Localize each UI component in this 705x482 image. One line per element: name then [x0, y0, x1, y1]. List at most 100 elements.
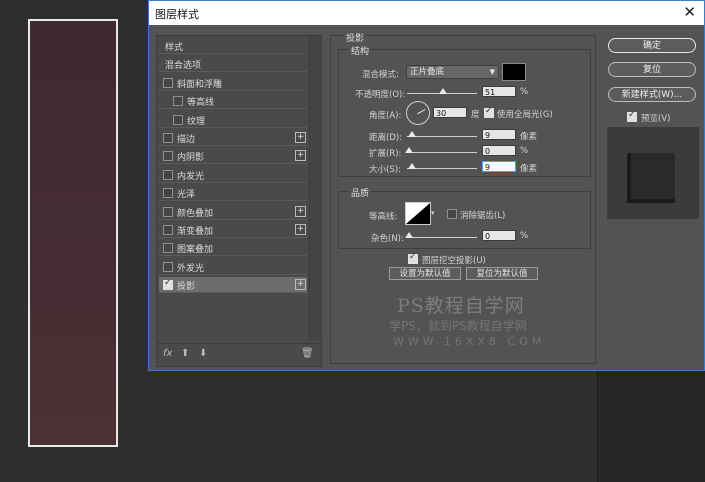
styles-list-scrollbar[interactable] [309, 36, 321, 340]
style-item[interactable]: 内发光 [159, 167, 307, 183]
style-item[interactable]: 斜面和浮雕 [159, 75, 307, 91]
style-item[interactable]: 投影 + [159, 277, 307, 294]
size-label: 大小(S): [369, 165, 401, 175]
distance-slider-thumb[interactable] [408, 131, 416, 137]
preview-label: 预览(V) [641, 114, 671, 124]
style-item[interactable]: 图案叠加 [159, 240, 307, 257]
fx-icon[interactable]: fx [163, 348, 172, 359]
watermark-slogan: 学PS，就到PS教程自学网 [389, 319, 527, 333]
style-item-checkbox[interactable] [163, 77, 173, 88]
spread-unit: % [520, 146, 529, 156]
reset-button[interactable]: 复位 [608, 62, 696, 77]
structure-title: 结构 [349, 44, 372, 57]
noise-slider-track[interactable] [407, 237, 477, 238]
style-item-checkbox[interactable] [163, 243, 173, 254]
style-item-label: 外发光 [177, 263, 205, 274]
style-item-label: 混合选项 [165, 61, 202, 72]
style-item-label: 颜色叠加 [177, 208, 214, 219]
style-item-label: 样式 [165, 43, 184, 53]
styles-list-footer: fx ⬆ ⬇ 🗑 [157, 343, 321, 366]
style-item[interactable]: 描边 + [159, 130, 307, 146]
watermark-title: PS教程自学网 [397, 295, 525, 317]
spread-slider-track[interactable] [407, 152, 477, 153]
spread-label: 扩展(R): [369, 149, 402, 159]
style-item-label: 斜面和浮雕 [177, 79, 223, 90]
style-item[interactable]: 混合选项 [159, 56, 307, 73]
distance-unit: 像素 [520, 132, 538, 142]
new-style-button[interactable]: 新建样式(W)... [608, 87, 696, 102]
style-item[interactable]: 渐变叠加 + [159, 222, 307, 238]
preview-swatch [627, 153, 675, 203]
spread-input[interactable]: 0 [482, 145, 516, 156]
contour-dropdown-icon[interactable]: ▾ [431, 209, 435, 217]
add-style-plus-icon[interactable]: + [295, 150, 306, 162]
style-item[interactable]: 内阴影 + [159, 148, 307, 165]
angle-dial[interactable] [406, 101, 430, 125]
add-style-plus-icon[interactable]: + [295, 224, 306, 235]
style-item-label: 等高线 [187, 98, 215, 109]
global-light-label: 使用全局光(G) [497, 110, 553, 120]
move-up-icon[interactable]: ⬆ [181, 348, 189, 359]
noise-input[interactable]: 0 [482, 230, 516, 241]
noise-label: 杂色(N): [371, 234, 404, 244]
contour-label: 等高线: [369, 212, 398, 222]
blend-mode-label: 混合模式: [362, 70, 399, 80]
contour-picker[interactable] [405, 202, 431, 225]
style-item[interactable]: 外发光 [159, 259, 307, 275]
workspace-panel [597, 370, 705, 482]
trash-icon[interactable]: 🗑 [301, 348, 314, 359]
spread-slider-thumb[interactable] [405, 147, 413, 153]
style-item-checkbox[interactable] [163, 133, 173, 143]
dialog-title: 图层样式 [155, 8, 199, 21]
style-item-checkbox[interactable] [163, 151, 173, 162]
set-default-button[interactable]: 设置为默认值 [389, 267, 461, 280]
angle-label: 角度(A): [369, 111, 402, 121]
size-input[interactable]: 9 [482, 161, 516, 172]
style-item-checkbox[interactable] [163, 278, 173, 291]
style-item-checkbox[interactable] [163, 206, 173, 217]
drop-shadow-title: 投影 [344, 31, 367, 44]
opacity-slider-thumb[interactable] [438, 88, 447, 94]
style-item-checkbox[interactable] [173, 114, 183, 125]
ok-button[interactable]: 确定 [608, 38, 696, 53]
style-item-checkbox[interactable] [163, 188, 173, 199]
style-item-checkbox[interactable] [173, 96, 183, 107]
chevron-down-icon: ▼ [489, 68, 495, 76]
style-item-label: 投影 [177, 282, 196, 293]
move-down-icon[interactable]: ⬇ [199, 348, 207, 359]
angle-needle [417, 109, 426, 115]
size-unit: 像素 [520, 164, 538, 174]
add-style-plus-icon[interactable]: + [295, 279, 306, 291]
style-item-checkbox[interactable] [163, 169, 173, 180]
style-item-checkbox[interactable] [163, 261, 173, 272]
reset-default-button[interactable]: 复位为默认值 [466, 267, 538, 280]
opacity-input[interactable]: 51 [482, 86, 516, 97]
blend-mode-select[interactable]: 正片叠底 ▼ [406, 65, 499, 79]
close-icon[interactable]: ✕ [683, 3, 696, 21]
size-slider-track[interactable] [407, 168, 477, 169]
noise-slider-thumb[interactable] [405, 232, 413, 238]
global-light-checkbox[interactable] [484, 106, 494, 118]
add-style-plus-icon[interactable]: + [295, 205, 306, 217]
style-item-checkbox[interactable] [163, 225, 173, 235]
opacity-label: 不透明度(O): [355, 90, 406, 100]
style-item[interactable]: 等高线 [159, 93, 307, 110]
style-item-label: 内阴影 [177, 153, 205, 164]
style-item[interactable]: 样式 [159, 38, 307, 54]
noise-unit: % [520, 231, 529, 241]
add-style-plus-icon[interactable]: + [295, 132, 306, 143]
size-slider-thumb[interactable] [408, 163, 416, 169]
style-item-label: 内发光 [177, 171, 205, 182]
antialias-label: 消除锯齿(L) [460, 211, 506, 221]
opacity-unit: % [520, 87, 529, 97]
angle-input[interactable]: 30 [433, 107, 467, 118]
knockout-checkbox[interactable] [408, 252, 418, 264]
distance-input[interactable]: 9 [482, 129, 516, 140]
distance-slider-track[interactable] [407, 136, 477, 137]
style-item[interactable]: 颜色叠加 + [159, 204, 307, 220]
preview-checkbox[interactable] [627, 110, 637, 122]
shadow-color-swatch[interactable] [502, 63, 526, 81]
style-item[interactable]: 光泽 [159, 185, 307, 202]
antialias-checkbox[interactable] [447, 209, 457, 219]
style-item[interactable]: 纹理 [159, 112, 307, 128]
